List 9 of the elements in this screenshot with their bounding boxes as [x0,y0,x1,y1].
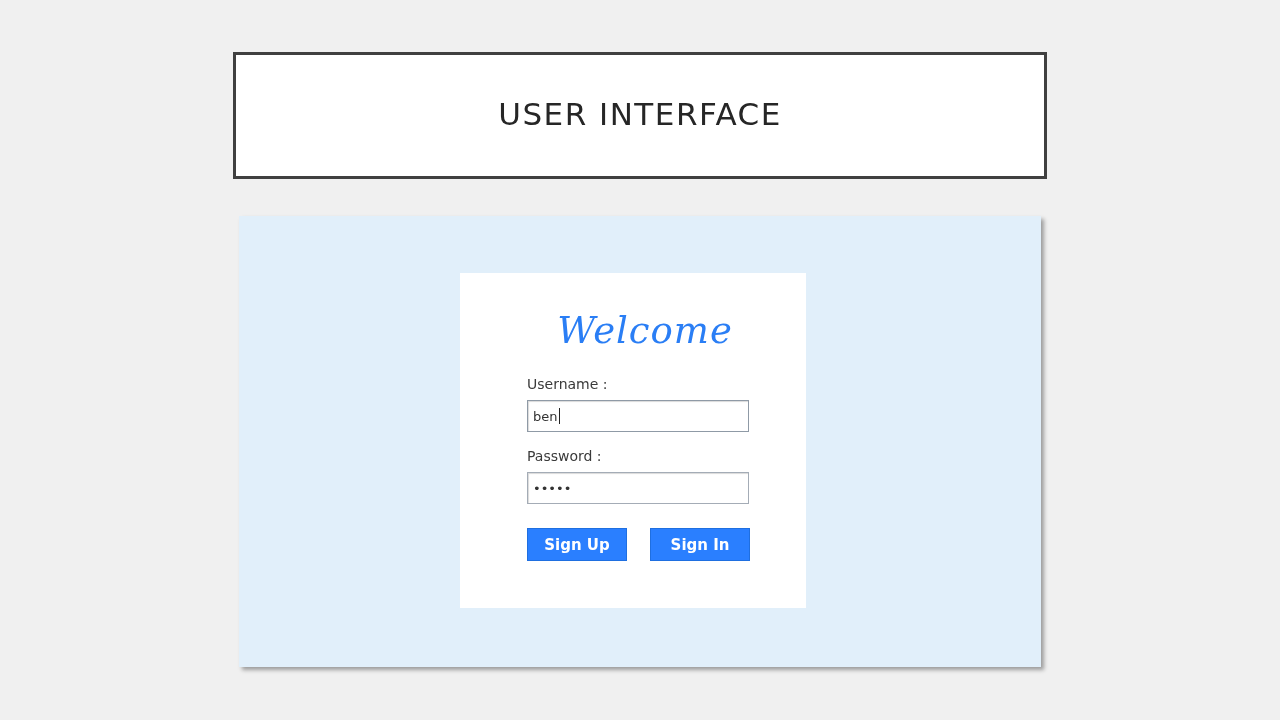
field-label: Password : [527,447,603,465]
sign-in-button[interactable]: Sign In [650,528,750,561]
welcome-heading: Welcome [556,308,734,354]
slide-title: USER INTERFACE [498,95,782,134]
sign-up-button[interactable]: Sign Up [527,528,627,561]
input-field[interactable]: ben [527,400,749,432]
text-cursor-icon [558,408,560,424]
field-label: Username : [527,375,609,393]
input-field[interactable]: ••••• [527,472,749,504]
